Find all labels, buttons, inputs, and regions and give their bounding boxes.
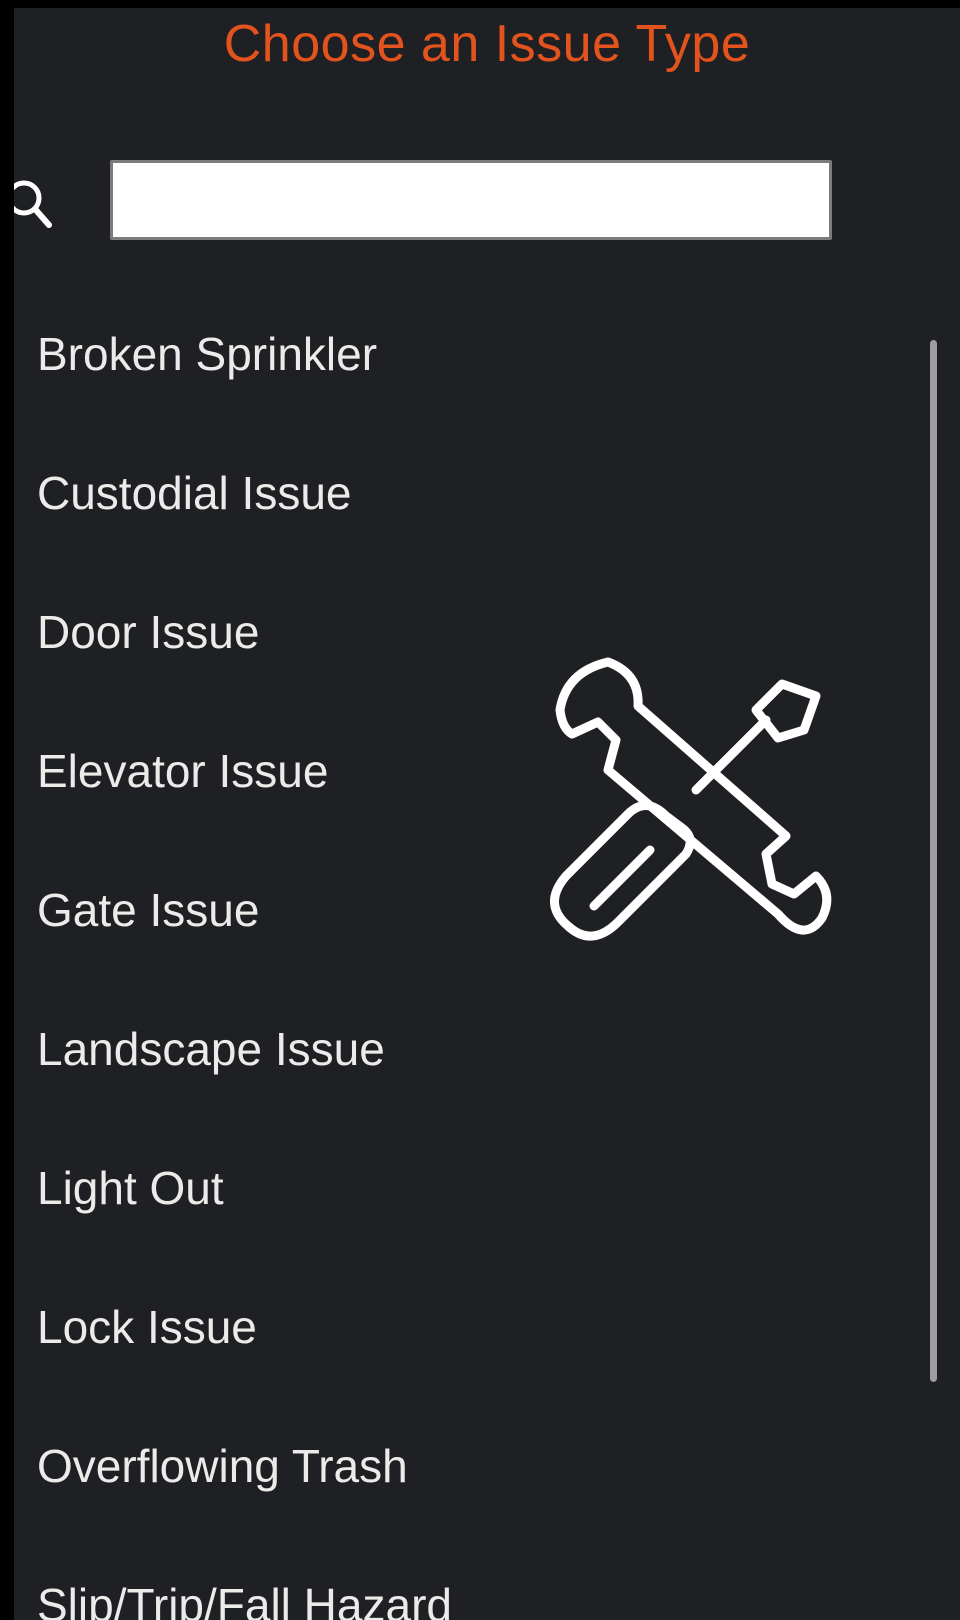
search-input[interactable] — [110, 160, 832, 240]
search-icon — [14, 176, 54, 234]
list-item[interactable]: Lock Issue — [14, 1257, 894, 1396]
list-item[interactable]: Landscape Issue — [14, 979, 894, 1118]
list-item[interactable]: Custodial Issue — [14, 423, 894, 562]
issue-type-picker: Choose an Issue Type Broken Sprinkler Cu… — [14, 8, 960, 1620]
list-item[interactable]: Broken Sprinkler — [14, 284, 894, 423]
wrench-screwdriver-icon — [546, 648, 846, 948]
issue-type-list: Broken Sprinkler Custodial Issue Door Is… — [14, 284, 894, 1620]
list-item[interactable]: Light Out — [14, 1118, 894, 1257]
list-item[interactable]: Slip/Trip/Fall Hazard — [14, 1535, 894, 1620]
list-item[interactable]: Overflowing Trash — [14, 1396, 894, 1535]
list-scrollbar[interactable] — [930, 340, 937, 1382]
page-title: Choose an Issue Type — [223, 15, 751, 73]
